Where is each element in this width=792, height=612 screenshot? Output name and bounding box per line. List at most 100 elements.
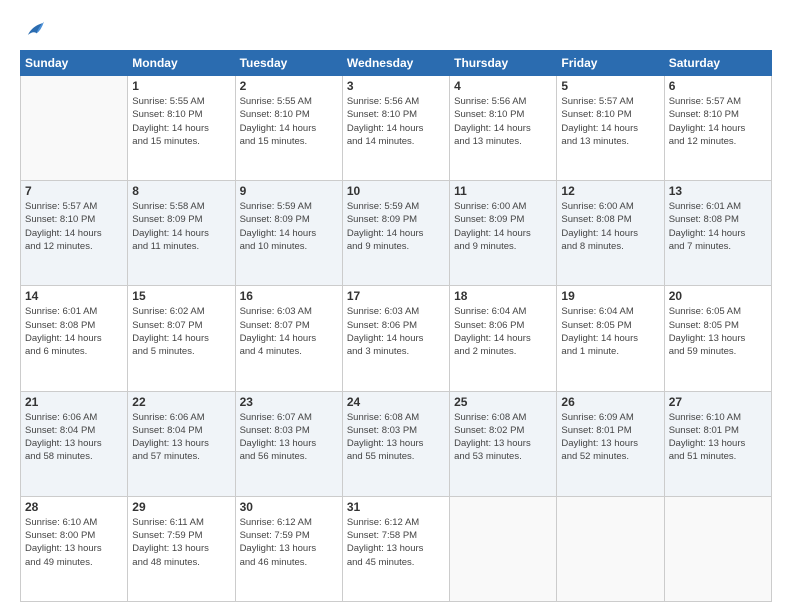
day-info: Sunrise: 5:55 AM Sunset: 8:10 PM Dayligh… [240,95,338,148]
calendar-week-1: 1 Sunrise: 5:55 AM Sunset: 8:10 PM Daylig… [21,76,772,181]
day-number: 18 [454,289,552,303]
day-number: 8 [132,184,230,198]
day-info: Sunrise: 6:11 AM Sunset: 7:59 PM Dayligh… [132,516,230,569]
day-info: Sunrise: 6:07 AM Sunset: 8:03 PM Dayligh… [240,411,338,464]
day-number: 25 [454,395,552,409]
calendar-cell: 30 Sunrise: 6:12 AM Sunset: 7:59 PM Dayli… [235,496,342,601]
weekday-wednesday: Wednesday [342,51,449,76]
calendar-cell: 28 Sunrise: 6:10 AM Sunset: 8:00 PM Dayli… [21,496,128,601]
logo-bird-icon [22,18,44,40]
day-info: Sunrise: 6:08 AM Sunset: 8:03 PM Dayligh… [347,411,445,464]
day-info: Sunrise: 6:04 AM Sunset: 8:05 PM Dayligh… [561,305,659,358]
day-info: Sunrise: 5:58 AM Sunset: 8:09 PM Dayligh… [132,200,230,253]
day-number: 21 [25,395,123,409]
day-number: 7 [25,184,123,198]
calendar-cell: 20Sunrise: 6:05 AM Sunset: 8:05 PM Dayli… [664,286,771,391]
day-info: Sunrise: 5:57 AM Sunset: 8:10 PM Dayligh… [561,95,659,148]
logo-text [20,18,44,40]
day-number: 23 [240,395,338,409]
calendar-cell: 12Sunrise: 6:00 AM Sunset: 8:08 PM Dayli… [557,181,664,286]
day-number: 29 [132,500,230,514]
day-info: Sunrise: 5:57 AM Sunset: 8:10 PM Dayligh… [669,95,767,148]
day-info: Sunrise: 6:03 AM Sunset: 8:07 PM Dayligh… [240,305,338,358]
day-info: Sunrise: 6:05 AM Sunset: 8:05 PM Dayligh… [669,305,767,358]
calendar-cell: 9 Sunrise: 5:59 AM Sunset: 8:09 PM Daylig… [235,181,342,286]
calendar-cell [664,496,771,601]
calendar-cell: 22 Sunrise: 6:06 AM Sunset: 8:04 PM Dayli… [128,391,235,496]
day-number: 27 [669,395,767,409]
day-info: Sunrise: 5:55 AM Sunset: 8:10 PM Dayligh… [132,95,230,148]
logo [20,18,44,40]
calendar-cell: 6 Sunrise: 5:57 AM Sunset: 8:10 PM Daylig… [664,76,771,181]
calendar-cell: 29 Sunrise: 6:11 AM Sunset: 7:59 PM Dayli… [128,496,235,601]
day-number: 17 [347,289,445,303]
day-number: 13 [669,184,767,198]
calendar-table: SundayMondayTuesdayWednesdayThursdayFrid… [20,50,772,602]
calendar-cell [557,496,664,601]
calendar-cell: 18Sunrise: 6:04 AM Sunset: 8:06 PM Dayli… [450,286,557,391]
calendar-cell: 8 Sunrise: 5:58 AM Sunset: 8:09 PM Daylig… [128,181,235,286]
day-number: 12 [561,184,659,198]
calendar-cell: 26Sunrise: 6:09 AM Sunset: 8:01 PM Dayli… [557,391,664,496]
weekday-sunday: Sunday [21,51,128,76]
day-number: 1 [132,79,230,93]
day-number: 4 [454,79,552,93]
day-number: 5 [561,79,659,93]
calendar-cell: 3 Sunrise: 5:56 AM Sunset: 8:10 PM Daylig… [342,76,449,181]
header [20,18,772,40]
calendar-cell: 15 Sunrise: 6:02 AM Sunset: 8:07 PM Dayli… [128,286,235,391]
calendar-cell: 5 Sunrise: 5:57 AM Sunset: 8:10 PM Daylig… [557,76,664,181]
day-info: Sunrise: 5:59 AM Sunset: 8:09 PM Dayligh… [347,200,445,253]
day-info: Sunrise: 5:57 AM Sunset: 8:10 PM Dayligh… [25,200,123,253]
weekday-tuesday: Tuesday [235,51,342,76]
weekday-thursday: Thursday [450,51,557,76]
calendar-cell [450,496,557,601]
day-number: 3 [347,79,445,93]
day-number: 28 [25,500,123,514]
day-info: Sunrise: 6:02 AM Sunset: 8:07 PM Dayligh… [132,305,230,358]
calendar-cell: 14 Sunrise: 6:01 AM Sunset: 8:08 PM Dayli… [21,286,128,391]
day-number: 30 [240,500,338,514]
calendar-cell: 7 Sunrise: 5:57 AM Sunset: 8:10 PM Daylig… [21,181,128,286]
calendar-cell: 11 Sunrise: 6:00 AM Sunset: 8:09 PM Dayli… [450,181,557,286]
day-info: Sunrise: 5:59 AM Sunset: 8:09 PM Dayligh… [240,200,338,253]
day-number: 14 [25,289,123,303]
day-info: Sunrise: 5:56 AM Sunset: 8:10 PM Dayligh… [347,95,445,148]
calendar-cell: 25 Sunrise: 6:08 AM Sunset: 8:02 PM Dayli… [450,391,557,496]
day-number: 10 [347,184,445,198]
page: SundayMondayTuesdayWednesdayThursdayFrid… [0,0,792,612]
calendar-cell: 21 Sunrise: 6:06 AM Sunset: 8:04 PM Dayli… [21,391,128,496]
day-info: Sunrise: 6:10 AM Sunset: 8:01 PM Dayligh… [669,411,767,464]
calendar-cell: 23 Sunrise: 6:07 AM Sunset: 8:03 PM Dayli… [235,391,342,496]
day-info: Sunrise: 6:01 AM Sunset: 8:08 PM Dayligh… [669,200,767,253]
day-number: 22 [132,395,230,409]
calendar-week-4: 21 Sunrise: 6:06 AM Sunset: 8:04 PM Dayli… [21,391,772,496]
calendar-cell: 2 Sunrise: 5:55 AM Sunset: 8:10 PM Daylig… [235,76,342,181]
weekday-friday: Friday [557,51,664,76]
day-info: Sunrise: 6:08 AM Sunset: 8:02 PM Dayligh… [454,411,552,464]
day-number: 9 [240,184,338,198]
day-number: 11 [454,184,552,198]
day-info: Sunrise: 6:06 AM Sunset: 8:04 PM Dayligh… [132,411,230,464]
day-number: 31 [347,500,445,514]
day-info: Sunrise: 6:12 AM Sunset: 7:59 PM Dayligh… [240,516,338,569]
day-number: 16 [240,289,338,303]
calendar-cell: 24Sunrise: 6:08 AM Sunset: 8:03 PM Dayli… [342,391,449,496]
calendar-cell: 4Sunrise: 5:56 AM Sunset: 8:10 PM Daylig… [450,76,557,181]
day-info: Sunrise: 6:10 AM Sunset: 8:00 PM Dayligh… [25,516,123,569]
day-info: Sunrise: 6:03 AM Sunset: 8:06 PM Dayligh… [347,305,445,358]
weekday-header-row: SundayMondayTuesdayWednesdayThursdayFrid… [21,51,772,76]
weekday-monday: Monday [128,51,235,76]
day-info: Sunrise: 6:06 AM Sunset: 8:04 PM Dayligh… [25,411,123,464]
day-number: 15 [132,289,230,303]
day-info: Sunrise: 6:00 AM Sunset: 8:09 PM Dayligh… [454,200,552,253]
calendar-week-3: 14 Sunrise: 6:01 AM Sunset: 8:08 PM Dayli… [21,286,772,391]
weekday-saturday: Saturday [664,51,771,76]
day-number: 2 [240,79,338,93]
calendar-week-5: 28 Sunrise: 6:10 AM Sunset: 8:00 PM Dayli… [21,496,772,601]
day-info: Sunrise: 6:09 AM Sunset: 8:01 PM Dayligh… [561,411,659,464]
day-info: Sunrise: 6:01 AM Sunset: 8:08 PM Dayligh… [25,305,123,358]
calendar-cell: 10 Sunrise: 5:59 AM Sunset: 8:09 PM Dayli… [342,181,449,286]
day-number: 6 [669,79,767,93]
calendar-cell: 31Sunrise: 6:12 AM Sunset: 7:58 PM Dayli… [342,496,449,601]
